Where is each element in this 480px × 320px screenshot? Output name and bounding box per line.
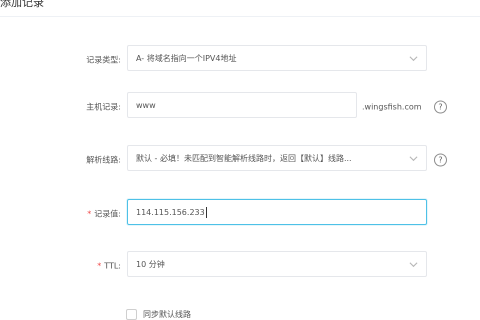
resolution-line-row: 解析线路: 默认 - 必填！未匹配到智能解析线路时，返回【默认】线路... ? xyxy=(0,145,480,175)
page-title: 添加记录 xyxy=(0,0,44,9)
required-mark: * xyxy=(87,209,92,219)
record-value-label: * 记录值: xyxy=(87,209,121,220)
sync-default-line-checkbox[interactable] xyxy=(126,309,137,320)
ttl-select[interactable]: 10 分钟 xyxy=(127,251,427,277)
record-value-row: * 记录值: 114.115.156.233 xyxy=(0,199,480,229)
chevron-down-icon xyxy=(409,54,418,63)
resolution-line-value: 默认 - 必填！未匹配到智能解析线路时，返回【默认】线路... xyxy=(136,153,352,163)
title-divider xyxy=(0,16,480,17)
required-mark: * xyxy=(97,261,102,271)
chevron-down-icon xyxy=(409,260,418,269)
record-value-value: 114.115.156.233 xyxy=(136,207,205,217)
record-type-row: 记录类型: A- 将域名指向一个IPV4地址 xyxy=(0,45,480,75)
host-record-label: 主机记录: xyxy=(86,102,121,112)
question-circle-icon[interactable]: ? xyxy=(434,100,447,114)
host-record-input[interactable]: www xyxy=(127,92,357,118)
host-record-row: 主机记录: www .wingsfish.com ? xyxy=(0,92,480,122)
text-caret xyxy=(205,206,207,218)
record-type-label: 记录类型: xyxy=(86,55,121,65)
record-type-value: A- 将域名指向一个IPV4地址 xyxy=(136,53,237,63)
record-value-input[interactable]: 114.115.156.233 xyxy=(127,199,427,225)
resolution-line-select[interactable]: 默认 - 必填！未匹配到智能解析线路时，返回【默认】线路... xyxy=(127,145,427,171)
ttl-label: * TTL: xyxy=(97,262,121,271)
resolution-line-label: 解析线路: xyxy=(86,155,121,165)
help-mark: ? xyxy=(438,102,443,111)
sync-default-line-label: 同步默认线路 xyxy=(143,310,191,319)
ttl-value: 10 分钟 xyxy=(136,259,165,269)
domain-suffix: .wingsfish.com xyxy=(362,102,422,112)
sync-default-line-row[interactable]: 同步默认线路 xyxy=(126,309,191,320)
host-record-value: www xyxy=(136,100,156,110)
question-circle-icon[interactable]: ? xyxy=(434,153,447,167)
ttl-label-text: TTL: xyxy=(104,261,121,271)
ttl-row: * TTL: 10 分钟 xyxy=(0,251,480,281)
record-value-text: 114.115.156.233 xyxy=(136,206,418,218)
record-value-label-text: 记录值: xyxy=(94,209,121,219)
chevron-down-icon xyxy=(409,154,418,163)
help-mark: ? xyxy=(438,155,443,164)
record-type-select[interactable]: A- 将域名指向一个IPV4地址 xyxy=(127,45,427,71)
